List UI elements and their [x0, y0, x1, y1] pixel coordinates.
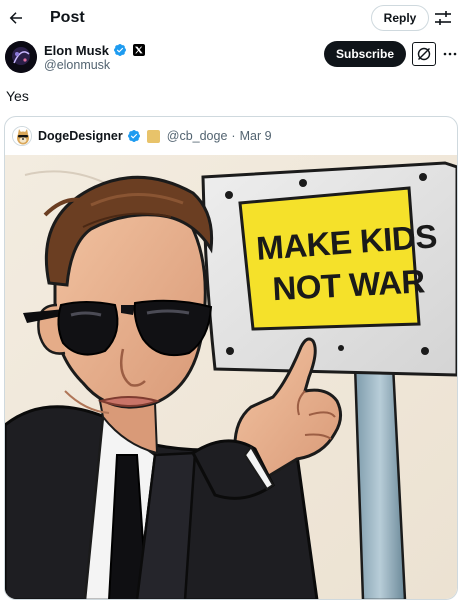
verified-badge-icon	[114, 44, 126, 56]
avatar-image	[5, 41, 37, 73]
reply-button[interactable]: Reply	[371, 5, 429, 31]
avatar[interactable]	[5, 41, 37, 73]
quoted-post-header: DogeDesigner @cb_doge · Mar 9	[5, 117, 457, 155]
verified-badge-icon	[127, 130, 140, 142]
quoted-avatar	[12, 126, 32, 146]
x-logo-icon	[133, 44, 146, 56]
author-name[interactable]: Elon Musk	[44, 43, 109, 58]
quoted-author-name: DogeDesigner	[38, 129, 123, 143]
grok-button[interactable]	[412, 42, 436, 66]
quoted-author-handle: @cb_doge	[166, 129, 228, 143]
sliders-icon	[435, 11, 451, 25]
subscribe-button[interactable]: Subscribe	[324, 41, 406, 67]
cartoon-illustration: MAKE KIDS NOT WAR	[5, 155, 457, 599]
page-title: Post	[50, 9, 85, 26]
author-row: Elon Musk @elonmusk Subscribe	[0, 40, 462, 84]
quoted-post[interactable]: DogeDesigner @cb_doge · Mar 9 MAKE KIDS …	[4, 116, 458, 600]
arrow-left-icon	[9, 12, 22, 24]
quoted-post-date: Mar 9	[239, 129, 272, 143]
author-name-line: Elon Musk	[44, 42, 146, 58]
post-text: Yes	[6, 88, 29, 104]
quoted-post-image[interactable]: MAKE KIDS NOT WAR	[5, 155, 457, 599]
dot-separator: ·	[231, 129, 236, 143]
more-dots-icon	[443, 52, 457, 56]
post-header: Post Reply	[0, 0, 462, 36]
grok-icon	[417, 47, 431, 61]
settings-button[interactable]	[433, 9, 453, 27]
more-button[interactable]	[442, 46, 458, 62]
author-handle[interactable]: @elonmusk	[44, 58, 110, 72]
back-button[interactable]	[4, 6, 28, 30]
affiliate-badge-icon	[146, 129, 160, 143]
